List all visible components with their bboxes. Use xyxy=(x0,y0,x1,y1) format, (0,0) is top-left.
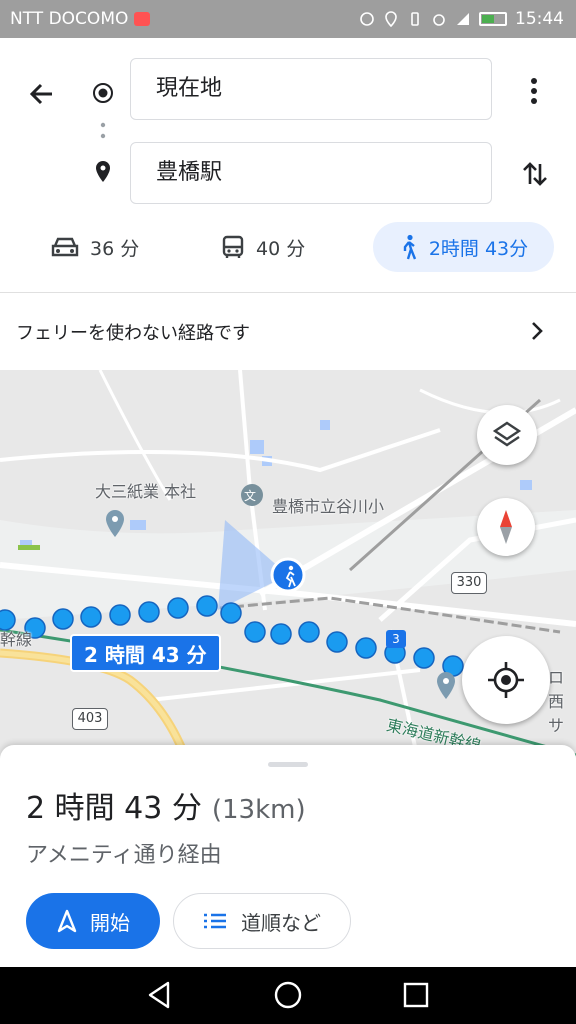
school-icon: 文 xyxy=(244,489,257,503)
layers-icon xyxy=(492,421,522,447)
drag-handle[interactable] xyxy=(268,762,308,767)
tab-transit[interactable]: 40 分 xyxy=(220,222,305,272)
origin-field[interactable]: 現在地 xyxy=(130,58,492,120)
swap-icon[interactable] xyxy=(520,158,550,190)
home-nav-icon[interactable] xyxy=(272,979,304,1011)
carrier-label: NTT DOCOMO xyxy=(10,9,129,29)
vibrate-icon xyxy=(411,12,419,26)
destination-pin-icon xyxy=(96,161,110,182)
route-summary-sheet[interactable]: 2 時間 43 分 (13km) アメニティ通り経由 開始 道順など xyxy=(0,745,576,967)
recents-nav-icon[interactable] xyxy=(400,979,432,1011)
road-shield-403: 403 xyxy=(72,708,108,730)
list-icon xyxy=(204,913,226,929)
more-options-icon[interactable] xyxy=(522,74,546,108)
back-arrow-icon[interactable] xyxy=(24,76,60,112)
road-shield-3: 3 xyxy=(386,630,406,648)
tab-walking-label: 2時間 43分 xyxy=(428,237,529,260)
summary-time: 2 時間 43 分 (13km) xyxy=(26,783,306,827)
tab-walking[interactable]: 2時間 43分 xyxy=(373,222,554,272)
road-shield-330: 330 xyxy=(451,572,487,594)
destination-field[interactable]: 豊橋駅 xyxy=(130,142,492,204)
navigation-arrow-icon xyxy=(57,909,77,933)
map-label-edge-2: 西サ xyxy=(548,692,565,735)
walk-icon xyxy=(403,234,416,260)
mail-notification-icon xyxy=(134,12,151,26)
compass-button[interactable] xyxy=(477,498,535,556)
route-notice-text: フェリーを使わない経路です xyxy=(16,323,250,344)
origin-marker-icon xyxy=(93,83,113,103)
route-dots-icon xyxy=(100,122,106,139)
my-location-icon xyxy=(488,662,524,698)
alarm-icon xyxy=(433,14,445,26)
clock: 15:44 xyxy=(515,9,564,29)
battery-icon xyxy=(479,12,507,26)
location-icon xyxy=(385,11,397,27)
bus-icon xyxy=(222,235,244,258)
map-label-company: 大三紙業 本社 xyxy=(95,482,197,501)
chevron-right-icon xyxy=(532,322,543,340)
system-nav-bar xyxy=(0,967,576,1024)
my-location-button[interactable] xyxy=(462,636,550,724)
car-icon xyxy=(51,237,79,257)
layers-button[interactable] xyxy=(477,405,537,465)
hd-icon xyxy=(360,12,374,26)
steps-button-label: 道順など xyxy=(241,910,321,935)
summary-via: アメニティ通り経由 xyxy=(26,843,222,868)
tab-driving[interactable]: 36 分 xyxy=(50,222,139,272)
start-button[interactable]: 開始 xyxy=(26,893,160,949)
map-label-school: 豊橋市立谷川小 xyxy=(272,497,385,516)
signal-icon xyxy=(457,13,469,25)
map-label-line: 幹線 xyxy=(0,630,33,649)
summary-duration: 2 時間 43 分 xyxy=(26,791,202,826)
compass-icon xyxy=(500,510,512,544)
back-nav-icon[interactable] xyxy=(144,979,176,1011)
route-time-bubble[interactable]: 2 時間 43 分 xyxy=(70,634,221,672)
start-button-label: 開始 xyxy=(90,910,130,935)
tab-driving-label: 36 分 xyxy=(90,237,140,260)
route-notice-row[interactable]: フェリーを使わない経路です xyxy=(0,292,576,371)
directions-header: 現在地 豊橋駅 36 分 40 分 2時間 43分 xyxy=(0,38,576,292)
steps-button[interactable]: 道順など xyxy=(173,893,351,949)
map-view[interactable]: 大三紙業 本社 文 豊橋市立谷川小 幹線 東海道新幹線 ロー 西サ 330 40… xyxy=(0,370,576,770)
tab-transit-label: 40 分 xyxy=(256,237,306,260)
status-bar: NTT DOCOMO 15:44 xyxy=(0,0,576,38)
summary-distance: (13km) xyxy=(211,795,306,825)
travel-mode-tabs: 36 分 40 分 2時間 43分 xyxy=(0,222,576,272)
